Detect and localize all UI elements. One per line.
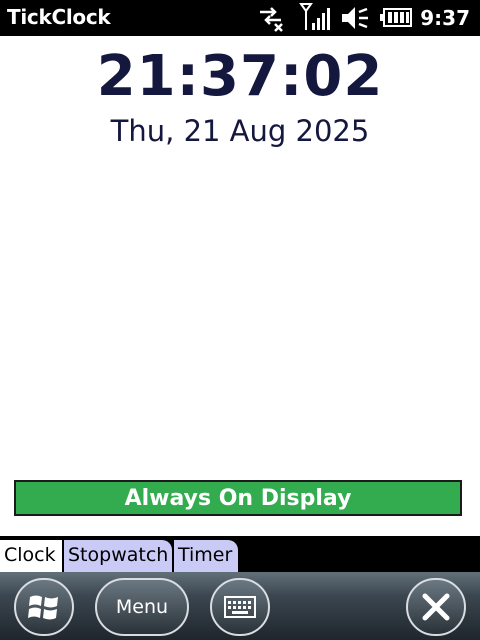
close-icon (422, 593, 450, 621)
tab-timer[interactable]: Timer (174, 540, 238, 572)
signal-icon[interactable] (299, 0, 331, 36)
current-time: 21:37:02 (96, 44, 384, 109)
title-bar: TickClock 9:37 (0, 0, 480, 36)
keyboard-button[interactable] (210, 578, 270, 636)
softkey-bar: Menu (0, 572, 480, 640)
volume-icon[interactable] (339, 0, 371, 36)
menu-button[interactable]: Menu (95, 578, 189, 636)
app-title: TickClock (7, 5, 111, 29)
sync-arrows-icon[interactable] (257, 0, 287, 36)
current-date: Thu, 21 Aug 2025 (110, 114, 370, 148)
status-clock[interactable]: 9:37 (420, 6, 470, 30)
tab-clock[interactable]: Clock (0, 540, 62, 572)
always-on-display-button[interactable]: Always On Display (14, 480, 462, 516)
close-button[interactable] (406, 578, 466, 636)
windows-start-icon (28, 595, 58, 620)
keyboard-icon (224, 596, 256, 618)
battery-icon[interactable] (379, 0, 415, 36)
start-button[interactable] (14, 578, 74, 636)
tab-stopwatch[interactable]: Stopwatch (64, 540, 172, 572)
tab-strip: Clock Stopwatch Timer (0, 536, 480, 572)
